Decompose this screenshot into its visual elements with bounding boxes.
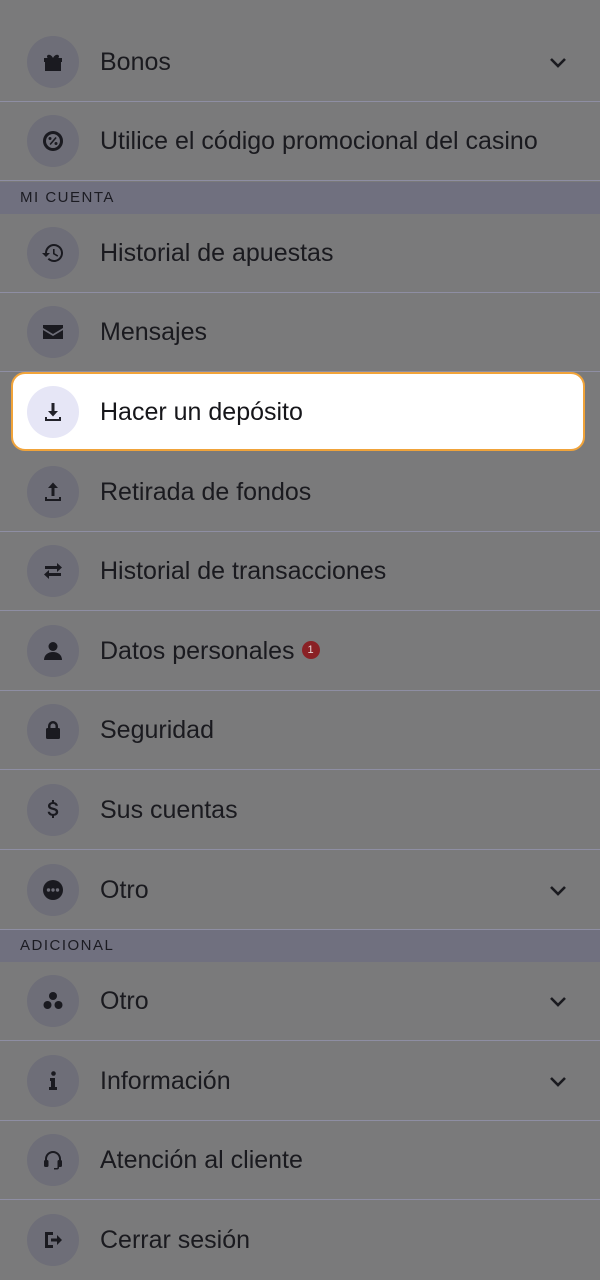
chevron-down-icon[interactable] bbox=[546, 878, 570, 902]
menu-item-other-additional[interactable]: Otro bbox=[0, 962, 600, 1041]
menu-item-label: Información bbox=[100, 1067, 231, 1095]
more-icon bbox=[27, 864, 79, 916]
menu-item-support[interactable]: Atención al cliente bbox=[0, 1121, 600, 1200]
menu-item-transactions[interactable]: Historial de transacciones bbox=[0, 532, 600, 611]
info-icon bbox=[27, 1055, 79, 1107]
notification-badge: 1 bbox=[301, 641, 320, 660]
menu-item-label: Retirada de fondos bbox=[100, 478, 312, 506]
menu-item-withdraw[interactable]: Retirada de fondos bbox=[0, 453, 600, 532]
user-icon bbox=[27, 625, 79, 677]
menu-item-label: Mensajes bbox=[100, 318, 207, 346]
menu-item-deposit[interactable]: Hacer un depósito bbox=[11, 372, 585, 451]
menu-item-other-account[interactable]: Otro bbox=[0, 851, 600, 930]
menu-item-bonos[interactable]: Bonos bbox=[0, 23, 600, 102]
envelope-icon bbox=[27, 306, 79, 358]
chevron-down-icon[interactable] bbox=[546, 50, 570, 74]
download-icon bbox=[27, 386, 79, 438]
menu-item-accounts[interactable]: Sus cuentas bbox=[0, 771, 600, 850]
menu-item-logout[interactable]: Cerrar sesión bbox=[0, 1201, 600, 1280]
upload-icon bbox=[27, 466, 79, 518]
menu-item-personal-data[interactable]: Datos personales 1 bbox=[0, 612, 600, 691]
menu-item-messages[interactable]: Mensajes bbox=[0, 293, 600, 372]
menu-item-label: Bonos bbox=[100, 48, 171, 76]
section-header-my-account: MI CUENTA bbox=[0, 182, 600, 214]
circles-icon bbox=[27, 975, 79, 1027]
history-icon bbox=[27, 227, 79, 279]
section-header-additional: ADICIONAL bbox=[0, 930, 600, 962]
section-title: ADICIONAL bbox=[20, 937, 115, 954]
headset-icon bbox=[27, 1134, 79, 1186]
menu-item-promo-code[interactable]: Utilice el código promocional del casino bbox=[0, 102, 600, 181]
section-title: MI CUENTA bbox=[20, 189, 115, 206]
menu-item-label: Hacer un depósito bbox=[100, 398, 303, 426]
menu-item-label: Datos personales 1 bbox=[100, 612, 320, 691]
menu-item-information[interactable]: Información bbox=[0, 1042, 600, 1121]
menu-item-label: Seguridad bbox=[100, 716, 214, 744]
logout-icon bbox=[27, 1214, 79, 1266]
promo-code-icon bbox=[27, 115, 79, 167]
menu-item-label: Historial de apuestas bbox=[100, 239, 334, 267]
menu-item-label: Cerrar sesión bbox=[100, 1226, 251, 1254]
menu-item-label: Historial de transacciones bbox=[100, 557, 387, 585]
menu-item-label: Atención al cliente bbox=[100, 1146, 303, 1174]
menu-item-label: Sus cuentas bbox=[100, 796, 238, 824]
lock-icon bbox=[27, 704, 79, 756]
menu-item-label: Otro bbox=[100, 987, 149, 1015]
menu-item-label: Utilice el código promocional del casino bbox=[100, 127, 538, 155]
dollar-icon bbox=[27, 784, 79, 836]
chevron-down-icon[interactable] bbox=[546, 989, 570, 1013]
menu-item-bet-history[interactable]: Historial de apuestas bbox=[0, 214, 600, 293]
menu-item-label: Otro bbox=[100, 876, 149, 904]
personal-data-text: Datos personales bbox=[100, 637, 295, 665]
transfer-icon bbox=[27, 545, 79, 597]
gift-icon bbox=[27, 36, 79, 88]
chevron-down-icon[interactable] bbox=[546, 1069, 570, 1093]
menu-item-security[interactable]: Seguridad bbox=[0, 691, 600, 770]
